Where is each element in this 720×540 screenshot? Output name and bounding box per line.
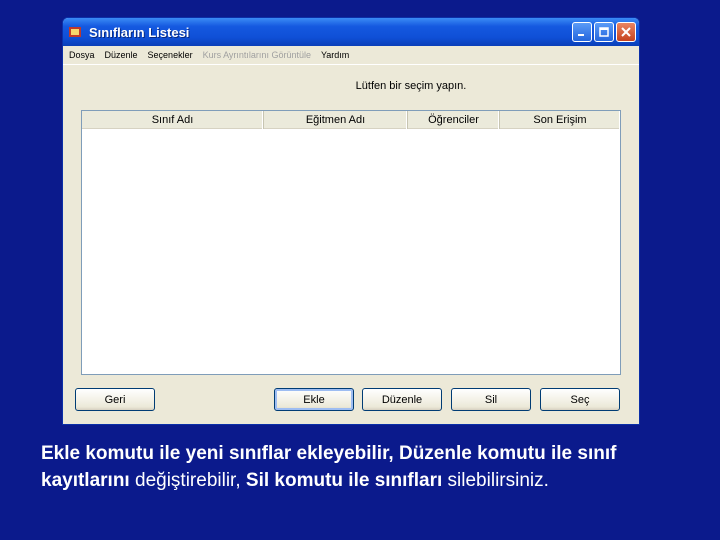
column-header-instructor-name[interactable]: Eğitmen Adı xyxy=(264,111,408,129)
close-button[interactable] xyxy=(616,22,636,42)
menu-bar: Dosya Düzenle Seçenekler Kurs Ayrıntılar… xyxy=(63,46,639,65)
maximize-button[interactable] xyxy=(594,22,614,42)
app-icon xyxy=(69,27,81,37)
caption-part-4: silebilirsiniz. xyxy=(442,470,549,491)
add-button[interactable]: Ekle xyxy=(274,388,354,411)
restore-icon xyxy=(599,27,609,37)
title-bar[interactable]: Sınıfların Listesi xyxy=(63,18,639,46)
selection-prompt: Lütfen bir seçim yapın. xyxy=(355,80,467,92)
minimize-button[interactable] xyxy=(572,22,592,42)
edit-button[interactable]: Düzenle xyxy=(362,388,442,411)
select-button[interactable]: Seç xyxy=(540,388,620,411)
class-list-window: Sınıfların Listesi Dosya Düzenle Seçenek… xyxy=(62,17,640,425)
delete-button[interactable]: Sil xyxy=(451,388,531,411)
menu-dosya[interactable]: Dosya xyxy=(69,50,95,60)
window-title: Sınıfların Listesi xyxy=(89,24,190,40)
menu-yardim[interactable]: Yardım xyxy=(321,50,349,60)
back-button[interactable]: Geri xyxy=(75,388,155,411)
menu-secenekler[interactable]: Seçenekler xyxy=(148,50,193,60)
close-icon xyxy=(621,27,631,37)
caption-part-3: Sil komutu ile sınıfları xyxy=(245,470,443,491)
caption-part-2: değiştirebilir, xyxy=(129,470,246,491)
class-list[interactable]: Sınıf Adı Eğitmen Adı Öğrenciler Son Eri… xyxy=(81,110,621,375)
list-header: Sınıf Adı Eğitmen Adı Öğrenciler Son Eri… xyxy=(82,111,620,129)
minimize-icon xyxy=(578,34,584,36)
column-header-class-name[interactable]: Sınıf Adı xyxy=(82,111,264,129)
menu-duzenle[interactable]: Düzenle xyxy=(105,50,138,60)
slide-caption: Ekle komutu ile yeni sınıflar ekleyebili… xyxy=(41,440,701,494)
column-header-students[interactable]: Öğrenciler xyxy=(408,111,500,129)
column-header-last-access[interactable]: Son Erişim xyxy=(500,111,620,129)
menu-kurs-ayrintilari: Kurs Ayrıntılarını Görüntüle xyxy=(202,50,311,60)
